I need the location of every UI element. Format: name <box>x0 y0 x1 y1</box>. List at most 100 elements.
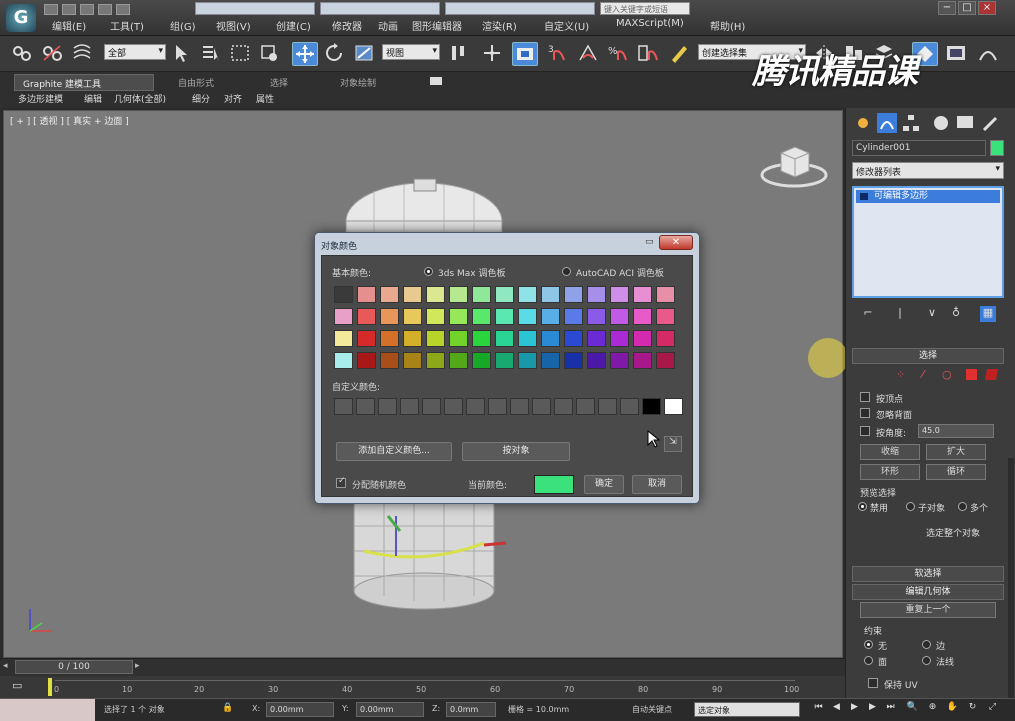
current-color-swatch[interactable] <box>534 475 574 494</box>
color-swatch[interactable] <box>633 330 652 347</box>
ring-button[interactable]: 环形 <box>860 464 920 480</box>
z-coordinate-field[interactable]: 0.0mm <box>446 702 496 717</box>
ribbon-properties[interactable]: 属性 <box>256 92 274 105</box>
motion-tab-icon[interactable] <box>930 112 952 134</box>
custom-color-swatch[interactable] <box>378 398 397 415</box>
preview-multi-radio[interactable] <box>958 502 967 511</box>
color-swatch[interactable] <box>656 308 675 325</box>
command-panel-scrollbar[interactable] <box>1008 458 1014 698</box>
add-custom-color-button[interactable]: 添加自定义颜色... <box>336 442 452 461</box>
color-swatch[interactable] <box>357 308 376 325</box>
constraint-face-radio[interactable] <box>864 656 873 665</box>
color-swatch[interactable] <box>380 286 399 303</box>
search-input[interactable]: 键入关键字或短语 <box>600 2 690 15</box>
edge-mode-icon[interactable]: ⁄ <box>922 368 934 381</box>
color-swatch[interactable] <box>426 308 445 325</box>
tab-object-paint[interactable]: 对象绘制 <box>332 74 384 91</box>
color-swatch[interactable] <box>541 330 560 347</box>
ribbon-polygon-modeling[interactable]: 多边形建模 <box>18 92 63 105</box>
preserve-uv-checkbox[interactable] <box>868 678 878 688</box>
palette-autocad-radio[interactable] <box>562 267 571 276</box>
zoom-all-icon[interactable]: ⊕ <box>926 702 939 716</box>
undo-icon[interactable] <box>98 4 112 15</box>
menu-edit[interactable]: 编辑(E) <box>52 18 86 33</box>
remove-modifier-icon[interactable]: ♁ <box>948 306 964 322</box>
element-mode-icon[interactable] <box>985 369 998 380</box>
maxscript-listener[interactable] <box>0 699 95 721</box>
cancel-button[interactable]: 取消 <box>632 475 682 494</box>
custom-color-swatch[interactable] <box>554 398 573 415</box>
render-production-icon[interactable] <box>976 42 1002 66</box>
color-swatch[interactable] <box>357 286 376 303</box>
tab-freeform[interactable]: 自由形式 <box>170 74 222 91</box>
color-swatch[interactable] <box>357 330 376 347</box>
color-swatch[interactable] <box>587 352 606 369</box>
color-swatch[interactable] <box>472 352 491 369</box>
custom-color-swatch[interactable] <box>334 398 353 415</box>
menu-group[interactable]: 组(G) <box>170 18 196 33</box>
rectangular-selection-icon[interactable] <box>228 42 254 66</box>
custom-color-swatch[interactable] <box>576 398 595 415</box>
custom-color-swatch[interactable] <box>466 398 485 415</box>
rendered-frame-window-icon[interactable] <box>944 42 970 66</box>
time-marker[interactable] <box>48 678 52 696</box>
menu-maxscript[interactable]: MAXScript(M) <box>616 18 684 29</box>
color-swatch[interactable] <box>403 286 422 303</box>
color-swatch[interactable] <box>518 308 537 325</box>
custom-color-swatch[interactable] <box>664 398 683 415</box>
polygon-mode-icon[interactable] <box>966 369 977 380</box>
by-angle-spinner[interactable]: 45.0 <box>918 424 994 438</box>
color-swatch[interactable] <box>449 308 468 325</box>
menu-tools[interactable]: 工具(T) <box>110 18 144 33</box>
color-swatch[interactable] <box>426 352 445 369</box>
x-coordinate-field[interactable]: 0.00mm <box>266 702 334 717</box>
utilities-tab-icon[interactable] <box>980 112 1002 134</box>
tab-selection[interactable]: 选择 <box>262 74 296 91</box>
color-swatch[interactable] <box>564 308 583 325</box>
custom-color-swatch[interactable] <box>620 398 639 415</box>
custom-color-swatch[interactable] <box>510 398 529 415</box>
menu-views[interactable]: 视图(V) <box>216 18 251 33</box>
selection-filter-select[interactable]: 全部 <box>104 44 166 60</box>
grow-button[interactable]: 扩大 <box>926 444 986 460</box>
modify-tab-icon[interactable] <box>876 112 898 134</box>
spinner-snap-icon[interactable] <box>636 42 662 66</box>
color-swatch[interactable] <box>541 308 560 325</box>
ok-button[interactable]: 确定 <box>584 475 624 494</box>
display-tab-icon[interactable] <box>954 112 976 134</box>
color-swatch[interactable] <box>334 308 353 325</box>
menu-customize[interactable]: 自定义(U) <box>544 18 589 33</box>
constraint-edge-radio[interactable] <box>922 640 931 649</box>
color-swatch[interactable] <box>633 286 652 303</box>
palette-3dsmax-radio[interactable] <box>424 267 433 276</box>
loop-button[interactable]: 循环 <box>926 464 986 480</box>
custom-color-swatch[interactable] <box>400 398 419 415</box>
color-swatch[interactable] <box>518 286 537 303</box>
color-swatch[interactable] <box>587 308 606 325</box>
color-swatch[interactable] <box>656 286 675 303</box>
soft-selection-rollout-header[interactable]: 软选择 <box>852 566 1004 582</box>
new-icon[interactable] <box>44 4 58 15</box>
color-swatch[interactable] <box>633 352 652 369</box>
bind-space-warp-icon[interactable] <box>70 42 96 66</box>
ribbon-options-icon[interactable] <box>430 77 442 85</box>
color-swatch[interactable] <box>587 286 606 303</box>
repeat-last-button[interactable]: 重复上一个 <box>860 602 996 618</box>
next-frame-icon[interactable]: ▶ <box>866 702 879 716</box>
custom-color-swatch[interactable] <box>488 398 507 415</box>
pivot-center-icon[interactable] <box>446 42 472 66</box>
ribbon-align[interactable]: 对齐 <box>224 92 242 105</box>
menu-graph-editors[interactable]: 图形编辑器 <box>412 18 462 33</box>
color-swatch[interactable] <box>449 352 468 369</box>
edit-named-selection-icon[interactable] <box>668 42 694 66</box>
configure-modifier-sets-icon[interactable]: ▦ <box>980 306 996 322</box>
dialog-help-icon[interactable]: ▭ <box>645 237 655 247</box>
unlink-icon[interactable] <box>40 42 66 66</box>
color-swatch[interactable] <box>472 308 491 325</box>
color-swatch[interactable] <box>518 330 537 347</box>
color-swatch[interactable] <box>380 352 399 369</box>
mini-curve-editor-icon[interactable]: ▭ <box>12 679 28 695</box>
color-swatch[interactable] <box>610 352 629 369</box>
color-swatch[interactable] <box>564 352 583 369</box>
hierarchy-tab-icon[interactable] <box>900 112 922 134</box>
